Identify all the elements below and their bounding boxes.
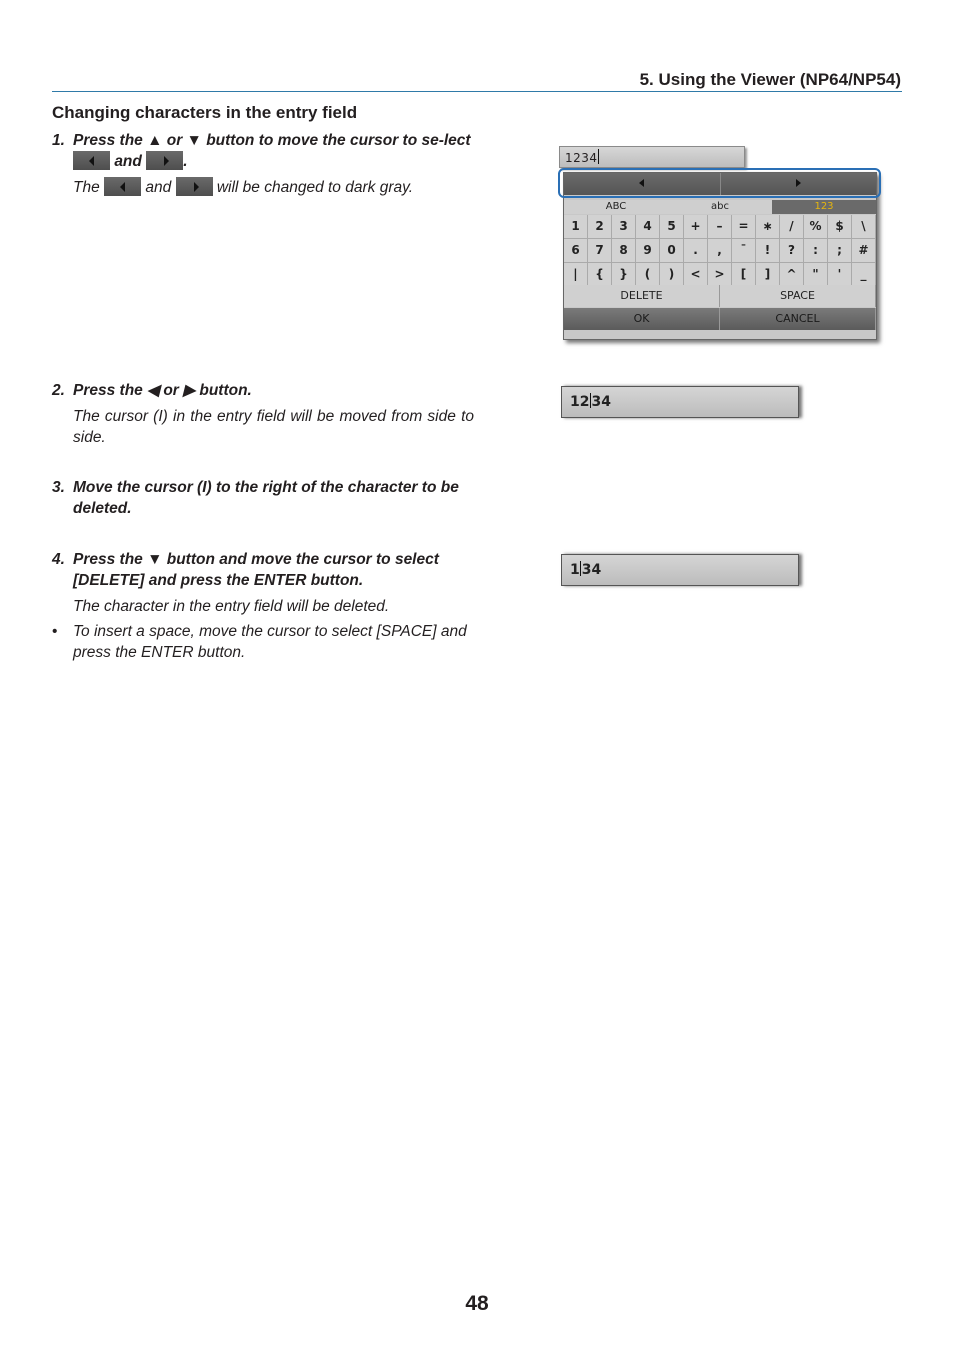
confirm-row: OK CANCEL: [564, 308, 876, 330]
key-button[interactable]: 2: [588, 215, 612, 239]
right-arrow-icon: [164, 156, 170, 166]
key-button[interactable]: 9: [636, 239, 660, 263]
text-caret: [598, 149, 600, 164]
key-button[interactable]: [: [732, 263, 756, 287]
key-button[interactable]: ?: [780, 239, 804, 263]
key-button[interactable]: =: [732, 215, 756, 239]
step-number: 1.: [52, 132, 65, 149]
key-button[interactable]: .: [684, 239, 708, 263]
key-button[interactable]: |: [564, 263, 588, 287]
step-2: 2. Press the ◀ or ▶ button. The cursor (…: [52, 380, 474, 448]
header-divider: [52, 91, 902, 92]
mode-tab-uppercase[interactable]: ABC: [564, 200, 668, 214]
key-button[interactable]: }: [612, 263, 636, 287]
key-button[interactable]: #: [852, 239, 876, 263]
key-button[interactable]: ¯: [732, 239, 756, 263]
key-button[interactable]: 7: [588, 239, 612, 263]
ok-button[interactable]: OK: [564, 308, 720, 330]
right-button-sample: [175, 177, 213, 196]
key-button[interactable]: :: [804, 239, 828, 263]
key-button[interactable]: /: [780, 215, 804, 239]
cancel-button[interactable]: CANCEL: [720, 308, 876, 330]
key-button[interactable]: +: [684, 215, 708, 239]
delete-button[interactable]: DELETE: [564, 285, 720, 307]
key-button[interactable]: ^: [780, 263, 804, 287]
step-instruction: Move the cursor (I) to the right of the …: [73, 479, 459, 517]
key-button[interactable]: 6: [564, 239, 588, 263]
bullet-icon: •: [52, 623, 58, 640]
step-number: 4.: [52, 551, 65, 568]
key-button[interactable]: 5: [660, 215, 684, 239]
step-4: 4. Press the ▼ button and move the curso…: [52, 549, 474, 663]
step-3: 3. Move the cursor (I) to the right of t…: [52, 477, 474, 519]
step-instruction: Press the ◀ or ▶ button.: [73, 382, 252, 399]
key-button[interactable]: ∗: [756, 215, 780, 239]
key-button[interactable]: !: [756, 239, 780, 263]
key-button[interactable]: –: [708, 215, 732, 239]
edit-row: DELETE SPACE: [564, 285, 876, 307]
key-button[interactable]: 1: [564, 215, 588, 239]
key-button[interactable]: ': [828, 263, 852, 287]
left-arrow-icon: [89, 156, 94, 166]
bullet-note: • To insert a space, move the cursor to …: [52, 623, 467, 661]
key-button[interactable]: ]: [756, 263, 780, 287]
key-button[interactable]: %: [804, 215, 828, 239]
step-description: The character in the entry field will be…: [73, 598, 390, 615]
section-title: Changing characters in the entry field: [52, 103, 358, 122]
space-button[interactable]: SPACE: [720, 285, 876, 307]
step-instruction: Press the ▲ or ▼ button to move the curs…: [73, 132, 471, 170]
step-1: 1. Press the ▲ or ▼ button to move the c…: [52, 130, 474, 198]
step-number: 3.: [52, 479, 65, 496]
key-button[interactable]: {: [588, 263, 612, 287]
key-button[interactable]: 8: [612, 239, 636, 263]
entry-field-example-2: 1 34: [561, 554, 799, 586]
left-button-sample: [73, 151, 110, 170]
left-arrow-icon: [120, 182, 126, 192]
step-description: The cursor (I) in the entry field will b…: [73, 408, 474, 446]
entry-field-example-1: 12 34: [561, 386, 799, 418]
key-button[interactable]: ,: [708, 239, 732, 263]
key-grid: 1 2 3 4 5 + – = ∗ /% $ \ 6 7 8 9 0., ¯!?:; # |{}() < >[] ^ " ' _: [564, 215, 876, 287]
key-button[interactable]: ): [660, 263, 684, 287]
page-number: 48: [465, 1292, 489, 1315]
key-button[interactable]: ": [804, 263, 828, 287]
right-arrow-icon: [193, 182, 199, 192]
key-button[interactable]: $: [828, 215, 852, 239]
mode-tab-numeric[interactable]: 123: [772, 200, 876, 214]
key-button[interactable]: (: [636, 263, 660, 287]
mode-tabs: ABC abc 123: [564, 200, 876, 214]
step-number: 2.: [52, 382, 65, 399]
key-button[interactable]: 0: [660, 239, 684, 263]
step-description: The and will be changed to dark gray.: [73, 177, 414, 196]
key-button[interactable]: 3: [612, 215, 636, 239]
left-button-sample: [104, 177, 142, 196]
key-button[interactable]: <: [684, 263, 708, 287]
right-button-sample: [146, 151, 184, 170]
key-button[interactable]: ;: [828, 239, 852, 263]
key-button[interactable]: >: [708, 263, 732, 287]
key-button[interactable]: _: [852, 263, 876, 287]
key-button[interactable]: \: [852, 215, 876, 239]
selection-highlight: [558, 168, 881, 198]
key-button[interactable]: 4: [636, 215, 660, 239]
keyboard-entry-field[interactable]: 1234: [559, 146, 745, 168]
mode-tab-lowercase[interactable]: abc: [668, 200, 772, 214]
chapter-header: 5. Using the Viewer (NP64/NP54): [639, 70, 901, 89]
step-instruction: Press the ▼ button and move the cursor t…: [73, 551, 439, 589]
